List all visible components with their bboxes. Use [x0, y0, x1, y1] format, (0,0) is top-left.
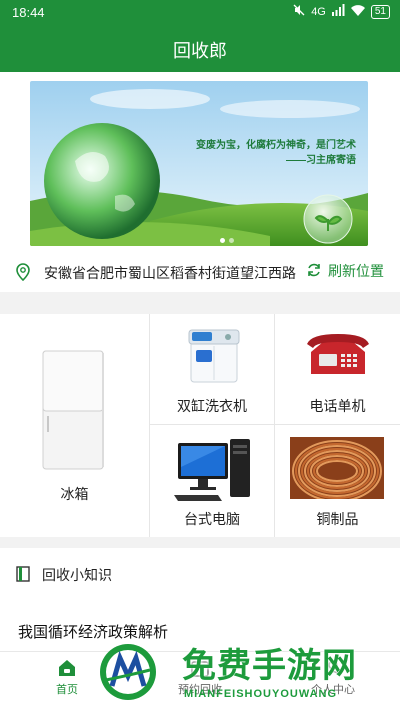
knowledge-header: 回收小知识 — [16, 565, 112, 585]
desktop-computer-icon — [174, 439, 250, 501]
watermark: 免费手游网 MIANFEISHOUYOUWANG — [98, 636, 398, 708]
location-bar: 安徽省合肥市蜀山区稻香村街道望江西路 刷新位置 — [0, 252, 400, 292]
watermark-subtext: MIANFEISHOUYOUWANG — [184, 688, 338, 700]
banner-quote: 变废为宝，化腐朽为神奇，是门艺术 — [196, 140, 356, 151]
network-label: 4G — [311, 5, 326, 18]
refresh-location-label: 刷新位置 — [328, 263, 384, 279]
tab-label: 首页 — [56, 684, 78, 696]
category-landline-phone[interactable]: 电话单机 — [275, 314, 400, 425]
watermark-logo-icon — [100, 644, 156, 700]
banner-quote-attribution: ——习主席寄语 — [286, 155, 356, 166]
location-pin-icon — [16, 263, 30, 286]
category-label: 台式电脑 — [184, 511, 240, 527]
wifi-icon — [350, 4, 365, 19]
book-icon — [16, 565, 30, 585]
category-label: 冰箱 — [60, 486, 89, 502]
category-label: 双缸洗衣机 — [177, 398, 247, 414]
current-address: 安徽省合肥市蜀山区稻香村街道望江西路 — [44, 265, 296, 281]
status-icons: 4G 51 — [293, 4, 390, 19]
category-label: 铜制品 — [316, 511, 359, 527]
carousel-dot[interactable] — [229, 238, 234, 243]
status-time: 18:44 — [12, 5, 45, 20]
refresh-icon — [306, 262, 322, 281]
telephone-icon — [307, 334, 369, 374]
category-twin-tub-washer[interactable]: 双缸洗衣机 — [150, 314, 275, 425]
status-bar: 18:44 4G 51 — [0, 0, 400, 26]
carousel-indicator — [220, 238, 234, 243]
category-copper-products[interactable]: 铜制品 — [275, 425, 400, 537]
copper-coil-icon — [290, 437, 384, 499]
banner-carousel[interactable]: 变废为宝，化腐朽为神奇，是门艺术 ——习主席寄语 — [30, 81, 368, 246]
banner-section: 变废为宝，化腐朽为神奇，是门艺术 ——习主席寄语 — [0, 72, 400, 252]
category-desktop-computer[interactable]: 台式电脑 — [150, 425, 275, 537]
knowledge-title: 回收小知识 — [42, 567, 112, 583]
page-title: 回收郎 — [173, 41, 227, 61]
washing-machine-icon — [188, 329, 240, 383]
carousel-dot[interactable] — [220, 238, 225, 243]
signal-icon — [331, 4, 345, 19]
refresh-location-button[interactable]: 刷新位置 — [306, 261, 384, 281]
category-label: 电话单机 — [309, 398, 366, 414]
mute-icon — [293, 4, 305, 19]
app-bar: 回收郎 — [0, 26, 400, 72]
category-refrigerator[interactable]: 冰箱 — [0, 314, 150, 537]
category-grid: 冰箱 双缸洗衣机 电话单机 台式电脑 铜制品 — [0, 314, 400, 537]
home-icon — [59, 660, 75, 676]
refrigerator-icon — [42, 350, 104, 470]
battery-icon: 51 — [370, 4, 390, 19]
watermark-text: 免费手游网 — [182, 647, 357, 685]
